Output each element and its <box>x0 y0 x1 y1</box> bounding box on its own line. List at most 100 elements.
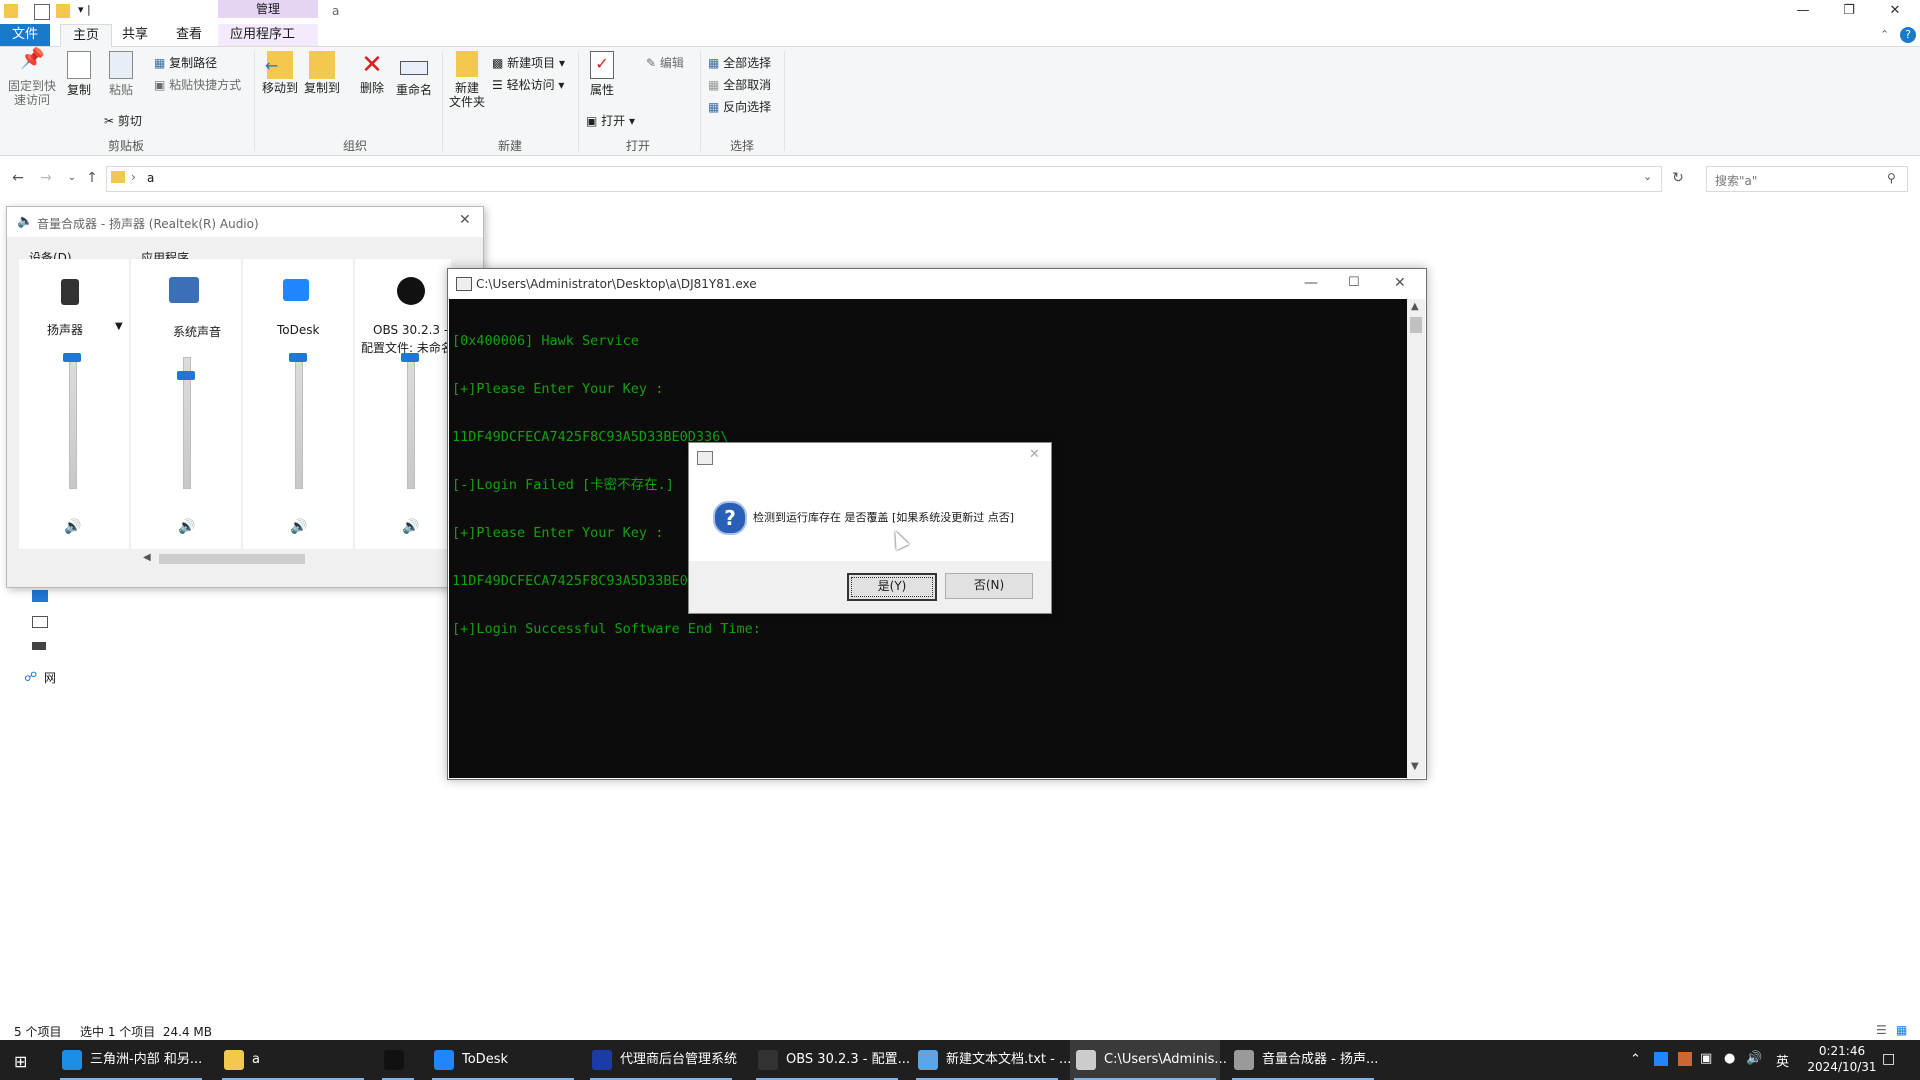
app-mute-speaker-icon[interactable]: 🔊 <box>178 519 195 535</box>
tray-chevron-icon[interactable]: ⌃ <box>1630 1052 1641 1067</box>
tab-file[interactable]: 文件 <box>0 24 51 46</box>
tab-home[interactable]: 主页 <box>60 24 113 47</box>
taskbar-item[interactable]: 音量合成器 - 扬声... <box>1228 1040 1378 1080</box>
scroll-up-icon[interactable]: ▲ <box>1411 301 1419 312</box>
dialog-message: 检测到运行库存在 是否覆盖 [如果系统没更新过 点否] <box>753 511 1015 524</box>
large-icons-view-icon[interactable]: ▦ <box>1896 1023 1907 1037</box>
taskbar-item-label: ToDesk <box>462 1052 508 1067</box>
taskbar-item[interactable] <box>378 1040 418 1080</box>
close-icon[interactable]: ✕ <box>1029 447 1040 462</box>
app-mute-speaker-icon[interactable]: 🔊 <box>402 519 419 535</box>
app-volume-track[interactable] <box>407 357 415 489</box>
delete-button[interactable]: ✕ 删除 <box>352 51 392 95</box>
device-volume-track[interactable] <box>69 357 77 489</box>
breadcrumb-folder[interactable]: a <box>147 171 154 185</box>
copy-path-button[interactable]: ▦ 复制路径 <box>154 53 217 73</box>
taskbar-item[interactable]: C:\Users\Adminis... <box>1070 1040 1227 1080</box>
taskbar-item[interactable]: ToDesk <box>428 1040 578 1080</box>
app-mute-speaker-icon[interactable]: 🔊 <box>290 519 307 535</box>
notification-icon[interactable]: □ <box>1882 1051 1895 1067</box>
drive-icon[interactable] <box>32 642 46 650</box>
taskbar-item[interactable]: 三角洲-内部 和另... <box>56 1040 206 1080</box>
address-dropdown-icon[interactable]: ⌄ <box>1643 170 1652 183</box>
close-icon[interactable]: ✕ <box>459 212 471 228</box>
tab-share[interactable]: 共享 <box>110 24 160 46</box>
forward-arrow-icon[interactable]: → <box>36 168 56 188</box>
device-volume-thumb[interactable] <box>63 353 81 362</box>
scroll-left-icon[interactable]: ◀ <box>143 552 151 563</box>
move-to-button[interactable]: ← 移动到 <box>260 51 300 95</box>
scroll-down-icon[interactable]: ▼ <box>1411 761 1419 772</box>
minimize-icon[interactable]: — <box>1780 0 1826 24</box>
app-volume-thumb[interactable] <box>177 371 195 380</box>
taskbar-item-label: 三角洲-内部 和另... <box>90 1052 203 1067</box>
paste-shortcut-button[interactable]: ▣ 粘贴快捷方式 <box>154 75 241 95</box>
restore-icon[interactable]: ❐ <box>1826 0 1872 24</box>
maximize-icon[interactable]: ☐ <box>1348 275 1360 290</box>
copy-to-button[interactable]: 复制到 <box>302 51 342 95</box>
details-view-icon[interactable]: ☰ <box>1876 1023 1887 1037</box>
todesk-tray-icon[interactable] <box>1654 1052 1668 1066</box>
app-tray-icon[interactable] <box>1678 1052 1692 1066</box>
speaker-device-icon <box>61 279 79 305</box>
back-arrow-icon[interactable]: ← <box>8 168 28 188</box>
rename-button[interactable]: 重命名 <box>394 51 434 97</box>
nav-network-label[interactable]: 网 <box>44 669 56 686</box>
properties-icon[interactable] <box>34 4 50 20</box>
new-item-button[interactable]: ▩ 新建项目 ▾ <box>492 53 565 73</box>
invert-selection-button[interactable]: ▦ 反向选择 <box>708 97 771 117</box>
new-folder-button[interactable]: 新建 文件夹 <box>446 51 488 109</box>
properties-button[interactable]: ✓ 属性 <box>584 51 620 97</box>
taskbar-item[interactable]: 新建文本文档.txt - ... <box>912 1040 1071 1080</box>
drive-icon[interactable] <box>32 616 48 628</box>
minimize-icon[interactable]: — <box>1304 275 1318 291</box>
search-icon[interactable]: ⚲ <box>1887 171 1896 185</box>
select-all-button[interactable]: ▦ 全部选择 <box>708 53 771 73</box>
device-mute-speaker-icon[interactable]: 🔊 <box>64 519 81 535</box>
yes-button[interactable]: 是(Y) <box>847 573 937 601</box>
search-input[interactable]: 搜索"a" ⚲ <box>1706 166 1908 192</box>
scrollbar-thumb[interactable] <box>159 554 305 564</box>
app-volume-track[interactable] <box>295 357 303 489</box>
desktop-icon[interactable] <box>32 590 48 602</box>
edit-button[interactable]: ✎ 编辑 <box>646 53 684 73</box>
taskbar-item[interactable]: a <box>218 1040 368 1080</box>
address-input[interactable]: › a ⌄ <box>106 166 1662 192</box>
cut-button[interactable]: ✂ 剪切 <box>104 111 142 131</box>
manage-context-tab[interactable]: 管理 <box>218 0 318 18</box>
select-none-button[interactable]: ▦ 全部取消 <box>708 75 771 95</box>
network-icon[interactable]: ☍ <box>24 670 37 685</box>
paste-button[interactable]: 粘贴 <box>104 51 138 97</box>
mixer-horizontal-scrollbar[interactable]: ◀ <box>141 551 451 567</box>
microphone-tray-icon[interactable]: ● <box>1724 1051 1735 1066</box>
help-icon[interactable]: ? <box>1900 27 1916 43</box>
tab-app-tools[interactable]: 应用程序工具 <box>218 24 318 64</box>
ime-indicator[interactable]: 英 <box>1776 1051 1789 1070</box>
refresh-icon[interactable]: ↻ <box>1668 168 1688 188</box>
open-button[interactable]: ▣ 打开 ▾ <box>586 111 635 131</box>
pin-quick-access-button[interactable]: 📌 固定到快速访问 <box>6 48 58 107</box>
network-tray-icon[interactable]: ▣ <box>1700 1051 1712 1066</box>
windows-start-icon[interactable]: ⊞ <box>14 1052 27 1071</box>
up-arrow-icon[interactable]: ↑ <box>82 168 102 188</box>
no-button[interactable]: 否(N) <box>945 573 1033 599</box>
easy-access-button[interactable]: ☰ 轻松访问 ▾ <box>492 75 564 95</box>
recent-dropdown-icon[interactable]: ⌄ <box>62 168 82 188</box>
close-icon[interactable]: ✕ <box>1872 0 1918 24</box>
clock[interactable]: 0:21:46 2024/10/31 <box>1806 1043 1878 1075</box>
volume-tray-icon[interactable]: 🔊 <box>1746 1051 1762 1066</box>
collapse-ribbon-icon[interactable]: ⌃ <box>1880 28 1889 41</box>
app-volume-thumb[interactable] <box>401 353 419 362</box>
app-volume-thumb[interactable] <box>289 353 307 362</box>
new-folder-icon[interactable] <box>56 4 70 18</box>
scrollbar-thumb[interactable] <box>1410 317 1422 333</box>
copy-button[interactable]: 复制 <box>62 51 96 97</box>
console-vertical-scrollbar[interactable]: ▲ ▼ <box>1407 299 1425 778</box>
ribbon-separator <box>442 51 443 151</box>
device-dropdown-icon[interactable]: ▼ <box>115 321 123 332</box>
taskbar-item[interactable]: 代理商后台管理系统 <box>586 1040 737 1080</box>
qat-dropdown-icon[interactable]: ▾ | <box>78 3 91 16</box>
taskbar-item[interactable]: OBS 30.2.3 - 配置... <box>752 1040 910 1080</box>
tab-view[interactable]: 查看 <box>164 24 214 46</box>
close-icon[interactable]: ✕ <box>1394 275 1406 291</box>
